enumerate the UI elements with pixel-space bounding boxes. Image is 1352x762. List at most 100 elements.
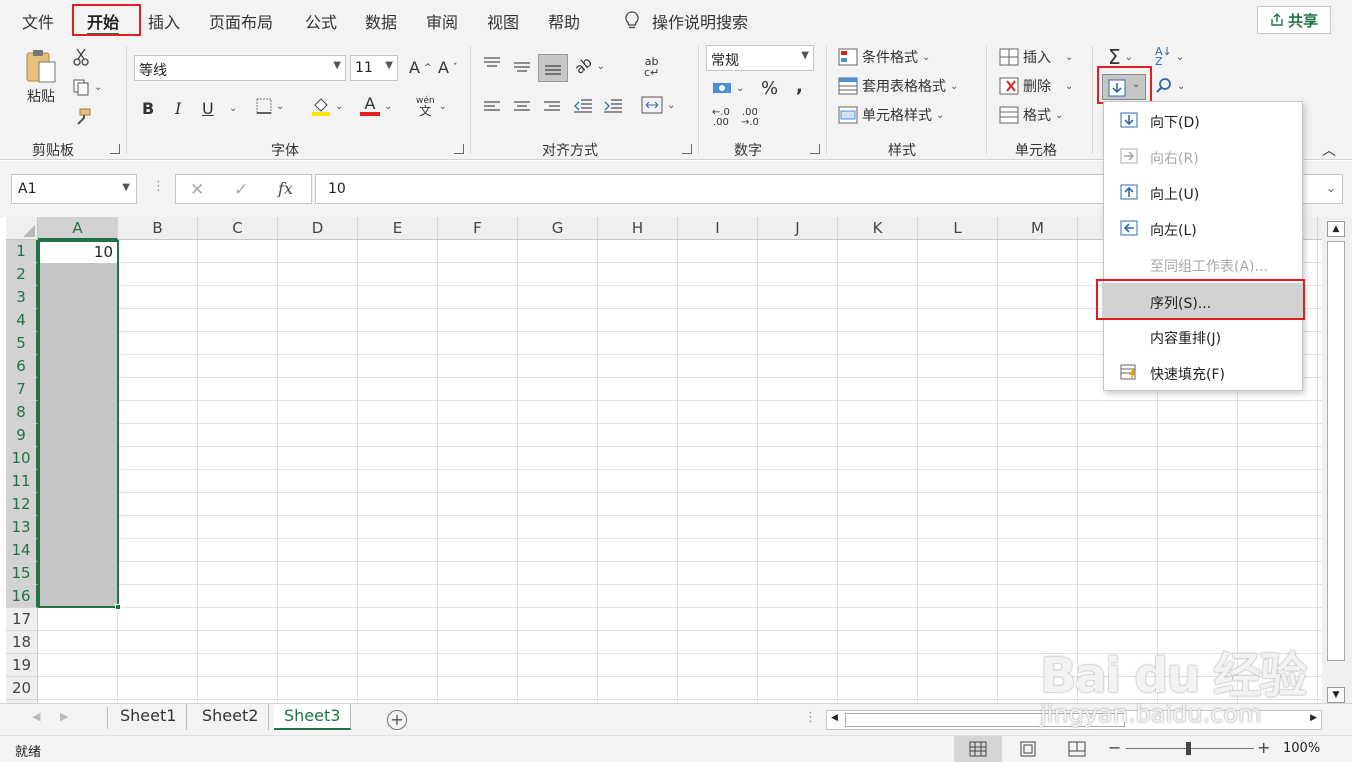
percent-button[interactable]: % <box>761 78 778 99</box>
row-header-18[interactable]: 18 <box>6 631 38 654</box>
row-header-6[interactable]: 6 <box>6 355 38 378</box>
borders-button[interactable]: ⌄ <box>256 98 284 114</box>
tab-page-layout[interactable]: 页面布局 <box>209 9 273 33</box>
split-grip-icon[interactable]: ⋮ <box>804 710 817 725</box>
decrease-indent-icon[interactable] <box>573 98 593 114</box>
column-header-f[interactable]: F <box>438 217 518 240</box>
font-name-select[interactable]: 等线 ▼ <box>134 55 346 81</box>
increase-decimal-icon[interactable]: ←.0.00 <box>712 108 730 128</box>
scroll-sheets-right-icon[interactable]: ▶ <box>60 710 68 723</box>
row-header-1[interactable]: 1 <box>6 240 38 263</box>
scroll-down-icon[interactable]: ▼ <box>1327 687 1345 703</box>
scroll-sheets-left-icon[interactable]: ◀ <box>32 710 40 723</box>
increase-indent-icon[interactable] <box>603 98 623 114</box>
row-header-4[interactable]: 4 <box>6 309 38 332</box>
zoom-slider-thumb[interactable] <box>1186 742 1191 755</box>
insert-function-icon[interactable]: fx <box>278 179 293 198</box>
tab-formulas[interactable]: 公式 <box>305 9 337 33</box>
row-header-5[interactable]: 5 <box>6 332 38 355</box>
find-select-button[interactable]: ⌄ <box>1155 77 1185 95</box>
menu-fill-down[interactable]: 向下(D) <box>1104 103 1302 137</box>
column-header-b[interactable]: B <box>118 217 198 240</box>
menu-flash-fill[interactable]: 快速填充(F) <box>1104 355 1302 389</box>
normal-view-button[interactable] <box>954 736 1002 762</box>
sheet-tab-3[interactable]: Sheet3 <box>274 704 352 730</box>
orientation-button[interactable]: ab ⌄ <box>572 54 605 77</box>
cell-styles-button[interactable]: 单元格样式 ⌄ <box>838 105 944 125</box>
menu-justify[interactable]: 内容重排(J) <box>1104 319 1302 353</box>
column-header-c[interactable]: C <box>198 217 278 240</box>
column-header-d[interactable]: D <box>278 217 358 240</box>
scroll-left-icon[interactable]: ◀ <box>831 713 838 723</box>
align-left-icon[interactable] <box>483 100 501 114</box>
tab-file[interactable]: 文件 <box>22 9 54 33</box>
align-right-icon[interactable] <box>543 100 561 114</box>
increase-font-icon[interactable]: A ^ <box>409 58 432 77</box>
insert-cells-button[interactable]: 插入 ⌄ <box>999 47 1073 67</box>
tab-data[interactable]: 数据 <box>365 9 397 33</box>
accounting-format-button[interactable]: ⌄ <box>712 80 744 96</box>
add-sheet-icon[interactable]: + <box>387 710 407 730</box>
expand-formula-icon[interactable]: ⌄ <box>1326 181 1336 195</box>
underline-button[interactable]: U <box>202 99 214 118</box>
decrease-decimal-icon[interactable]: .00 →.0 <box>741 108 759 128</box>
column-header-j[interactable]: J <box>758 217 838 240</box>
column-header-m[interactable]: M <box>998 217 1078 240</box>
row-header-3[interactable]: 3 <box>6 286 38 309</box>
column-header-a[interactable]: A <box>38 217 118 240</box>
font-color-button[interactable]: A ⌄ <box>360 96 392 116</box>
clipboard-launcher-icon[interactable] <box>110 144 120 154</box>
menu-fill-left[interactable]: 向左(L) <box>1104 211 1302 245</box>
italic-button[interactable]: I <box>175 99 181 118</box>
row-header-13[interactable]: 13 <box>6 516 38 539</box>
column-header-i[interactable]: I <box>678 217 758 240</box>
row-header-15[interactable]: 15 <box>6 562 38 585</box>
delete-cells-button[interactable]: 删除 ⌄ <box>999 76 1073 96</box>
row-header-19[interactable]: 19 <box>6 654 38 677</box>
cancel-icon[interactable]: ✕ <box>190 180 204 200</box>
column-header-e[interactable]: E <box>358 217 438 240</box>
phonetic-button[interactable]: wén 文 ⌄ <box>416 96 447 117</box>
chevron-down-icon[interactable]: ⌄ <box>229 103 237 114</box>
scroll-thumb[interactable] <box>1327 241 1345 661</box>
row-header-11[interactable]: 11 <box>6 470 38 493</box>
scroll-right-icon[interactable]: ▶ <box>1310 713 1317 723</box>
cell-a1[interactable]: 10 <box>40 242 117 263</box>
page-layout-view-icon[interactable] <box>1019 741 1037 757</box>
cut-icon[interactable] <box>72 48 90 66</box>
align-top-icon[interactable] <box>483 56 501 70</box>
share-button[interactable]: 共享 <box>1257 6 1331 34</box>
align-bottom-button[interactable] <box>538 54 568 82</box>
tab-help[interactable]: 帮助 <box>548 9 580 33</box>
select-all-corner[interactable] <box>6 217 38 240</box>
row-header-14[interactable]: 14 <box>6 539 38 562</box>
row-header-7[interactable]: 7 <box>6 378 38 401</box>
row-header-2[interactable]: 2 <box>6 263 38 286</box>
wrap-text-icon[interactable]: ab c↵ <box>644 56 659 78</box>
format-cells-button[interactable]: 格式 ⌄ <box>999 105 1063 125</box>
bold-button[interactable]: B <box>142 99 154 118</box>
menu-fill-up[interactable]: 向上(U) <box>1104 175 1302 209</box>
number-launcher-icon[interactable] <box>810 144 820 154</box>
fill-color-button[interactable]: ⌄ <box>311 96 343 116</box>
paste-button[interactable]: 粘贴 <box>24 48 58 106</box>
zoom-in-icon[interactable]: + <box>1257 738 1270 757</box>
row-header-20[interactable]: 20 <box>6 677 38 700</box>
row-header-9[interactable]: 9 <box>6 424 38 447</box>
tell-me-search[interactable]: 操作说明搜索 <box>624 9 748 33</box>
row-header-17[interactable]: 17 <box>6 608 38 631</box>
column-header-l[interactable]: L <box>918 217 998 240</box>
vertical-scrollbar[interactable]: ▲ ▼ <box>1322 217 1352 703</box>
tab-view[interactable]: 视图 <box>487 9 519 33</box>
font-size-select[interactable]: 11 ▼ <box>350 55 398 81</box>
decrease-font-icon[interactable]: Aˇ <box>438 58 457 77</box>
row-header-8[interactable]: 8 <box>6 401 38 424</box>
name-box[interactable]: A1 ▼ <box>11 174 137 204</box>
alignment-launcher-icon[interactable] <box>682 144 692 154</box>
row-header-16[interactable]: 16 <box>6 585 38 608</box>
column-header-k[interactable]: K <box>838 217 918 240</box>
align-middle-icon[interactable] <box>513 60 531 74</box>
sheet-tab-1[interactable]: Sheet1 <box>110 704 188 730</box>
sheet-tab-2[interactable]: Sheet2 <box>192 704 270 730</box>
column-header-h[interactable]: H <box>598 217 678 240</box>
